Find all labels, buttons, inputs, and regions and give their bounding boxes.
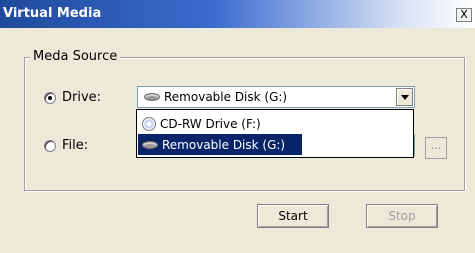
- stop-button[interactable]: Stop: [366, 204, 438, 228]
- close-icon: X: [460, 8, 468, 21]
- drive-radio-option[interactable]: Drive:: [44, 90, 101, 105]
- file-label: File:: [62, 138, 89, 153]
- dropdown-item-label: CD-RW Drive (F:): [160, 116, 261, 131]
- media-source-legend: Meda Source: [30, 49, 121, 64]
- removable-disk-icon: [144, 93, 160, 101]
- chevron-down-icon[interactable]: [396, 88, 413, 106]
- dropdown-item-label: Removable Disk (G:): [162, 137, 286, 152]
- drive-select-value: Removable Disk (G:): [144, 90, 287, 104]
- drive-radio[interactable]: [44, 91, 56, 104]
- drive-dropdown-list: CD-RW Drive (F:) Removable Disk (G:): [136, 109, 414, 158]
- title-bar: Virtual Media X: [0, 0, 475, 28]
- cd-drive-icon: [142, 116, 156, 131]
- drive-selected-label: Removable Disk (G:): [164, 90, 288, 104]
- drive-select[interactable]: Removable Disk (G:): [137, 86, 415, 108]
- close-button[interactable]: X: [456, 8, 472, 22]
- removable-disk-icon: [142, 140, 158, 149]
- file-radio[interactable]: [44, 139, 56, 152]
- file-radio-option[interactable]: File:: [44, 138, 88, 153]
- window-title: Virtual Media: [3, 6, 102, 21]
- drive-label: Drive:: [62, 90, 102, 105]
- ellipsis-icon: ...: [430, 139, 442, 152]
- start-button[interactable]: Start: [257, 204, 329, 228]
- browse-button[interactable]: ...: [425, 137, 447, 159]
- dropdown-item-removable-disk[interactable]: Removable Disk (G:): [138, 134, 302, 155]
- dropdown-item-cd-rw[interactable]: CD-RW Drive (F:): [138, 113, 302, 134]
